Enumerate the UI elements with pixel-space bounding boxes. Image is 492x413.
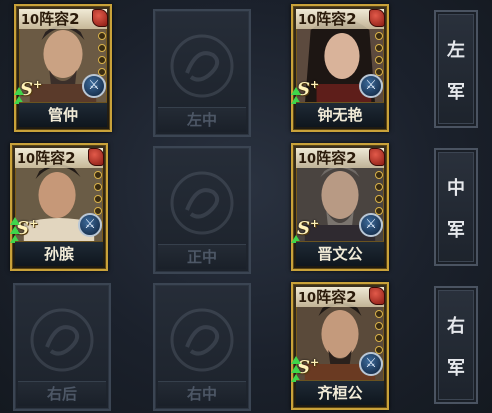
slot-label: 右中 [158, 381, 246, 406]
hero-card-sunbin[interactable]: 10阵容2 S+ ⚔ 孙膑 [10, 143, 108, 271]
hero-card-qihuangong[interactable]: 10阵容2 S+ ⚔ 齐桓公 [291, 282, 389, 410]
dragon-emblem-icon [170, 171, 234, 235]
dragon-emblem-icon [170, 308, 234, 372]
hero-name: 晋文公 [296, 241, 384, 266]
dragon-emblem-icon [170, 34, 234, 98]
faction-badge-icon [92, 9, 108, 27]
faction-badge-icon [369, 287, 385, 305]
crossed-swords-icon[interactable]: ⚔ [359, 74, 383, 98]
empty-slot-right-rear[interactable]: 右后 [13, 283, 111, 411]
hero-name: 钟无艳 [296, 102, 384, 127]
army-label-left: 左军 [434, 10, 478, 128]
crossed-swords-icon[interactable]: ⚔ [359, 213, 383, 237]
slot-label: 正中 [158, 244, 246, 269]
crossed-swords-icon[interactable]: ⚔ [359, 352, 383, 376]
army-label-right: 右军 [434, 286, 478, 404]
empty-slot-right-middle[interactable]: 右中 [153, 283, 251, 411]
army-label-center: 中军 [434, 148, 478, 266]
hero-name: 齐桓公 [296, 380, 384, 405]
crossed-swords-icon[interactable]: ⚔ [78, 213, 102, 237]
slot-label: 右后 [18, 381, 106, 406]
empty-slot-center[interactable]: 正中 [153, 146, 251, 274]
upgrade-arrows-icon [291, 356, 301, 382]
faction-badge-icon [369, 9, 385, 27]
dragon-emblem-icon [30, 308, 94, 372]
hero-name: 管仲 [19, 102, 107, 127]
hero-card-zhongwuyan[interactable]: 10阵容2 S+ ⚔ 钟无艳 [291, 4, 389, 132]
hero-card-jinwengong[interactable]: 10阵容2 S+ ⚔ 晋文公 [291, 143, 389, 271]
crossed-swords-icon[interactable]: ⚔ [82, 74, 106, 98]
hero-name: 孙膑 [15, 241, 103, 266]
hero-card-guanzhong[interactable]: 10阵容2 S+ ⚔ 管仲 [14, 4, 112, 132]
upgrade-arrows-icon [10, 217, 20, 243]
faction-badge-icon [369, 148, 385, 166]
empty-slot-left-middle[interactable]: 左中 [153, 9, 251, 137]
slot-label: 左中 [158, 107, 246, 132]
faction-badge-icon [88, 148, 104, 166]
